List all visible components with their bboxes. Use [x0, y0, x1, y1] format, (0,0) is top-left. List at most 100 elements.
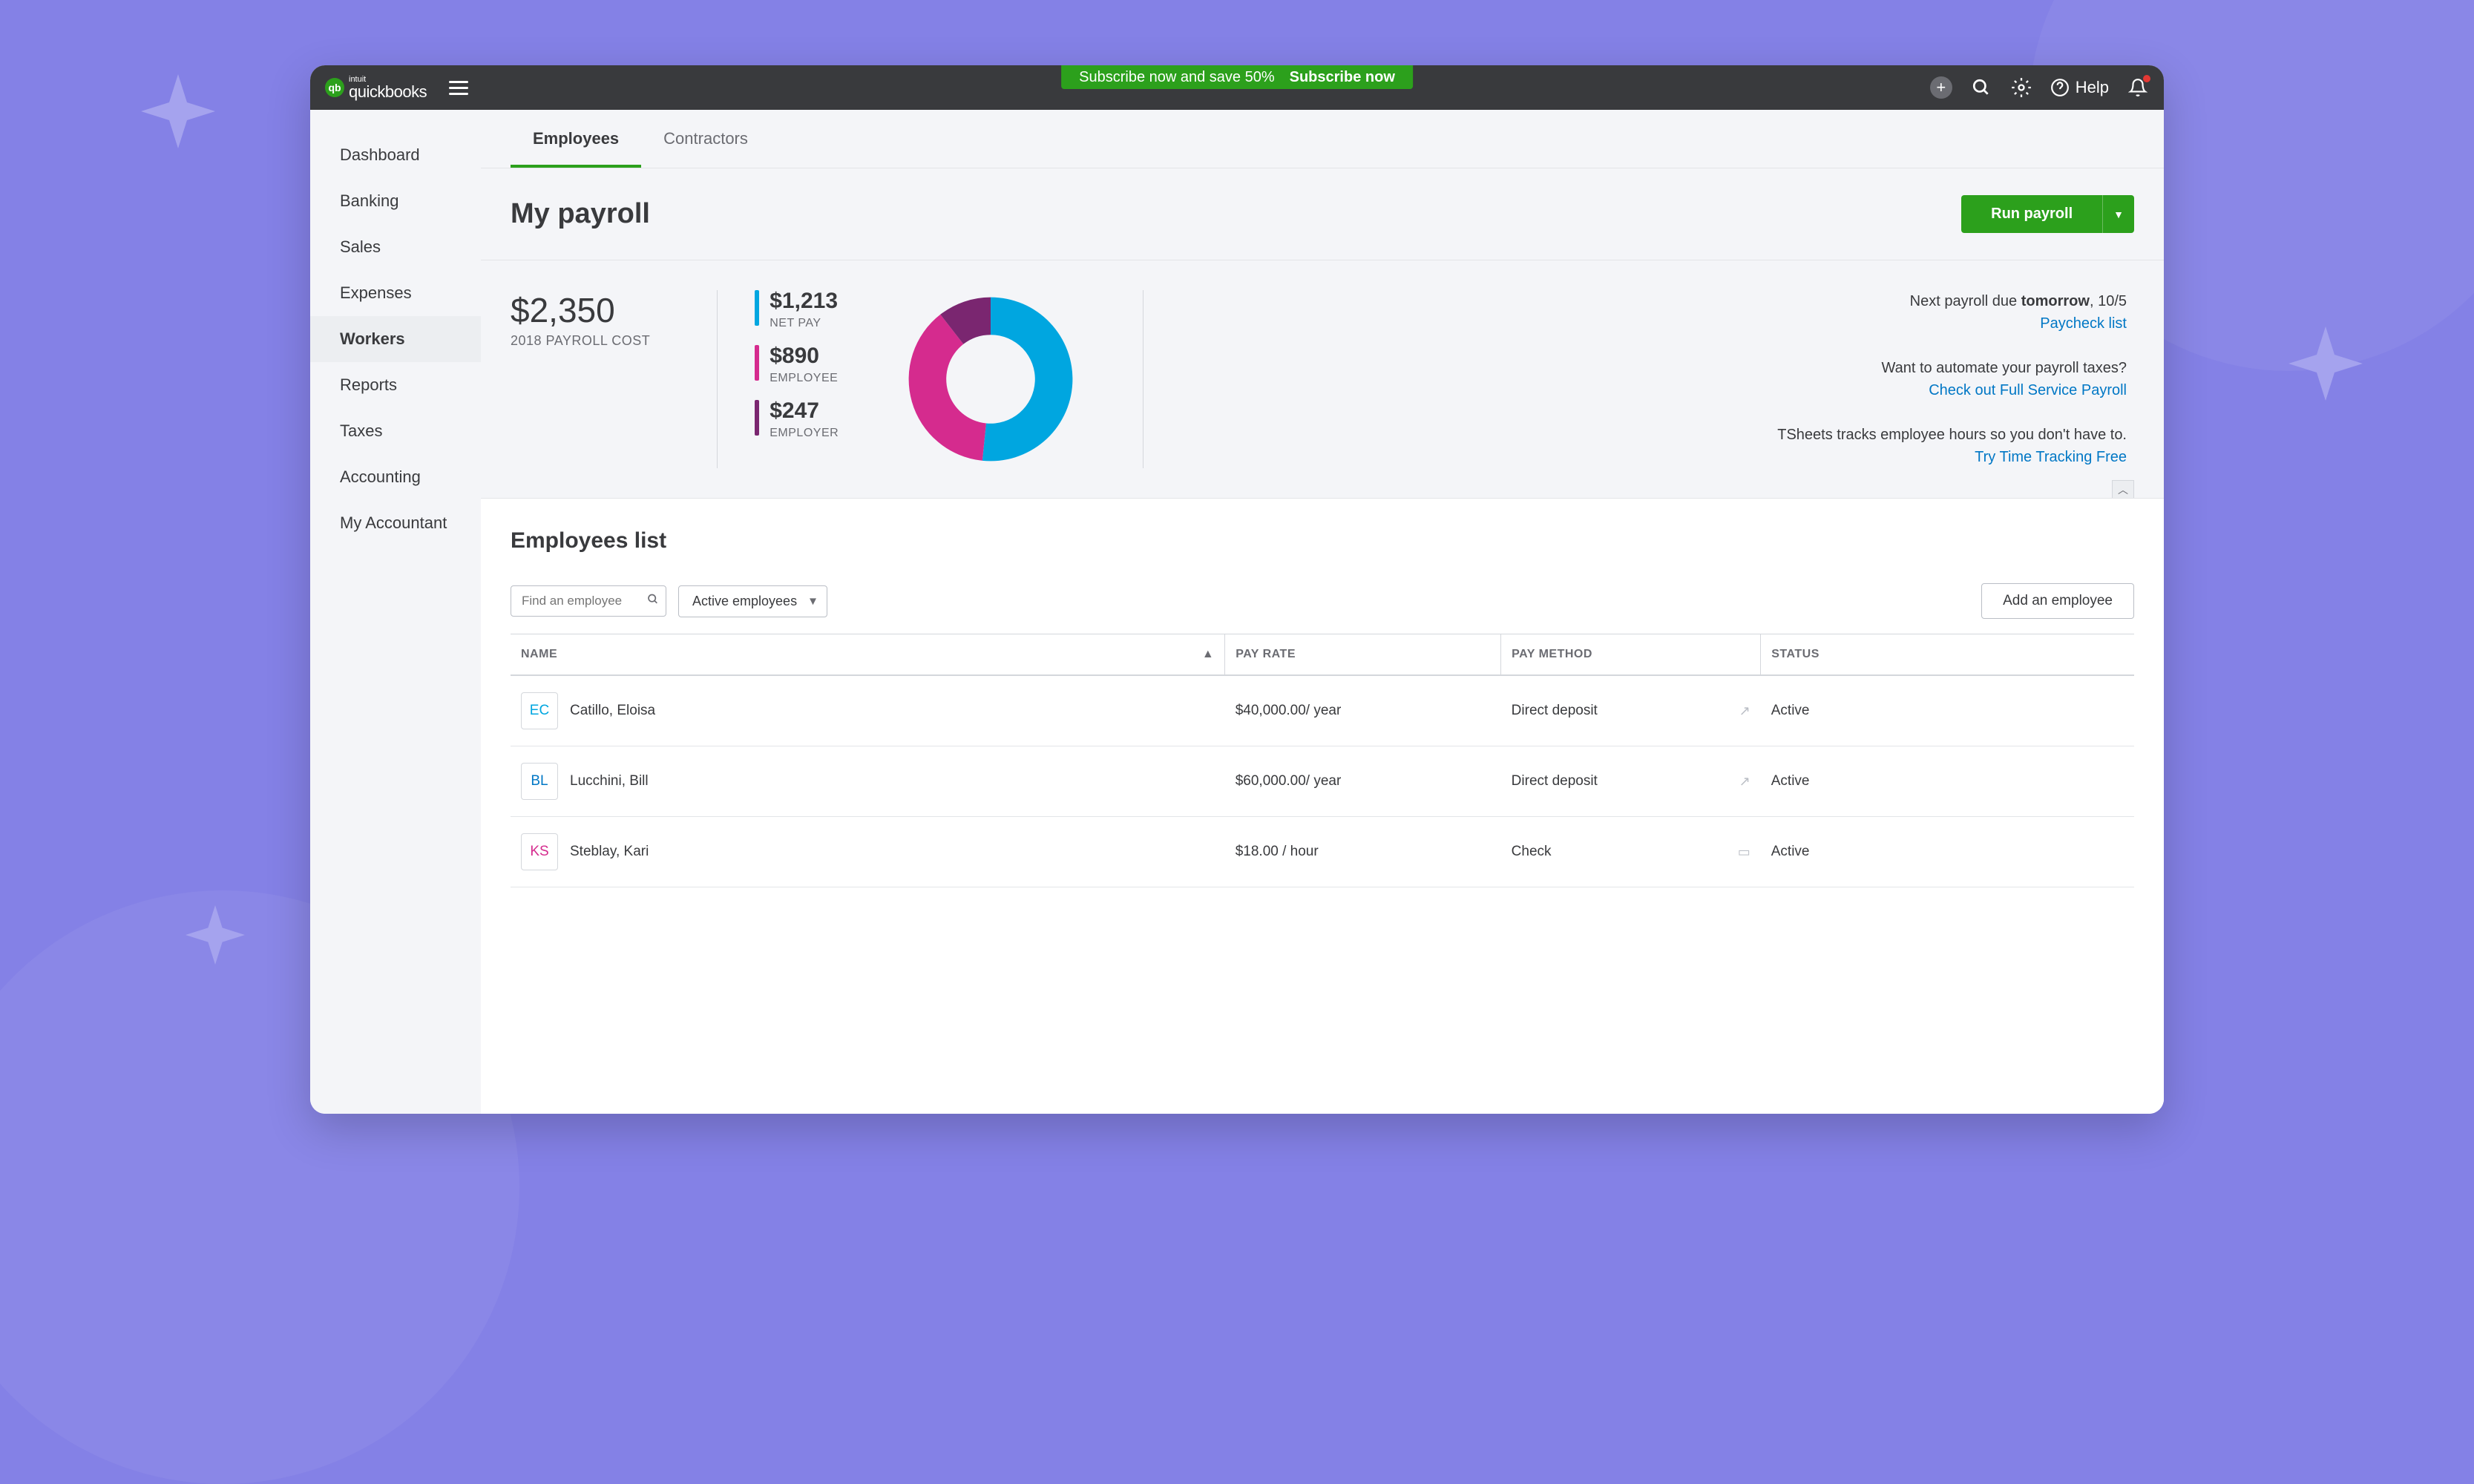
filter-dropdown[interactable]: Active employees	[678, 585, 827, 617]
next-payroll-bold: tomorrow	[2021, 293, 2090, 309]
table-row[interactable]: ECCatillo, Eloisa$40,000.00/ yearDirect …	[511, 675, 2134, 746]
quickbooks-logo[interactable]: qb intuit quickbooks	[325, 76, 427, 100]
automate-block: Want to automate your payroll taxes? Che…	[1777, 357, 2127, 401]
search-icon	[1972, 78, 1991, 97]
sidebar-item-accounting[interactable]: Accounting	[310, 454, 481, 500]
name-cell: BLLucchini, Bill	[521, 763, 1215, 800]
name-cell: EC Catillo, Eloisa	[521, 692, 1215, 729]
employee-name: Steblay, Kari	[570, 844, 649, 860]
sparkle-icon	[141, 74, 215, 148]
next-payroll-prefix: Next payroll due	[1910, 293, 2021, 309]
qb-logo-icon: qb	[325, 78, 344, 97]
employee-name: Catillo, Eloisa	[570, 703, 655, 719]
employees-table: NAME ▲ PAY RATE PAY METHOD STATUS EC Cati…	[511, 634, 2134, 887]
paycheck-list-link[interactable]: Paycheck list	[2040, 315, 2127, 332]
run-payroll-button[interactable]: Run payroll	[1961, 195, 2102, 233]
tab-employees[interactable]: Employees	[511, 110, 641, 168]
sidebar-item-sales[interactable]: Sales	[310, 224, 481, 270]
chevron-up-icon: ︿	[2118, 482, 2128, 497]
breakdown-label: EMPLOYER	[770, 427, 839, 440]
pay-method-cell: Check▭	[1512, 844, 1750, 860]
full-service-link[interactable]: Check out Full Service Payroll	[1929, 382, 2127, 398]
hamburger-icon[interactable]	[449, 81, 468, 95]
col-name[interactable]: NAME ▲	[511, 634, 1225, 676]
gear-icon	[2011, 77, 2032, 98]
breakdown-label: EMPLOYEE	[770, 372, 838, 385]
page-title: My payroll	[511, 198, 650, 230]
pay-method-text: Direct deposit	[1512, 703, 1598, 719]
promo-cta[interactable]: Subscribe now	[1290, 69, 1395, 86]
list-controls: Active employees Add an employee	[511, 583, 2134, 619]
sidebar-item-workers[interactable]: Workers	[310, 316, 481, 362]
employees-list-section: Employees list Active employees Add an e…	[481, 499, 2164, 1114]
breakdown-netpay: $1,213 NET PAY	[755, 290, 839, 330]
automate-text: Want to automate your payroll taxes?	[1777, 357, 2127, 379]
pay-method-text: Direct deposit	[1512, 773, 1598, 789]
search-button[interactable]	[1970, 76, 1992, 99]
sidebar-item-banking[interactable]: Banking	[310, 178, 481, 224]
add-employee-button[interactable]: Add an employee	[1981, 583, 2134, 619]
help-button[interactable]: Help	[2050, 78, 2109, 97]
promo-banner[interactable]: Subscribe now and save 50% Subscribe now	[1061, 65, 1413, 89]
pay-rate-cell: $60,000.00/ year	[1225, 746, 1501, 817]
sidebar-item-my-accountant[interactable]: My Accountant	[310, 500, 481, 546]
col-pay-rate[interactable]: PAY RATE	[1225, 634, 1501, 676]
sidebar-item-reports[interactable]: Reports	[310, 362, 481, 408]
bell-icon	[2128, 78, 2147, 97]
help-icon	[2050, 78, 2070, 97]
app-window: qb intuit quickbooks Subscribe now and s…	[310, 65, 2164, 1114]
divider	[717, 290, 718, 468]
table-row[interactable]: KSSteblay, Kari$18.00 / hourCheck▭Active	[511, 817, 2134, 887]
employee-name: Lucchini, Bill	[570, 773, 649, 789]
payroll-cost-block: $2,350 2018 PAYROLL COST	[511, 290, 680, 468]
breakdown: $1,213 NET PAY $890 EMPLOYEE	[755, 290, 839, 468]
tabs: Employees Contractors	[481, 110, 2164, 168]
pay-rate-cell: $18.00 / hour	[1225, 817, 1501, 887]
payroll-summary: $2,350 2018 PAYROLL COST $1,213 NET PAY	[481, 260, 2164, 499]
avatar: EC	[521, 692, 558, 729]
run-payroll-dropdown[interactable]: ▼	[2102, 195, 2134, 233]
donut-slice	[982, 298, 1073, 462]
notifications-button[interactable]	[2127, 76, 2149, 99]
search-box	[511, 585, 666, 617]
col-status[interactable]: STATUS	[1761, 634, 2134, 676]
tab-contractors[interactable]: Contractors	[641, 110, 770, 168]
breakdown-value: $247	[770, 400, 839, 422]
table-row[interactable]: BLLucchini, Bill $60,000.00/ year Direct d…	[511, 746, 2134, 817]
time-tracking-link[interactable]: Try Time Tracking Free	[1975, 449, 2127, 465]
info-column: Next payroll due tomorrow, 10/5 Paycheck…	[1777, 290, 2134, 468]
bar-icon	[755, 290, 759, 326]
bar-icon	[755, 400, 759, 436]
bar-icon	[755, 345, 759, 381]
pay-method-icon: ↗	[1739, 703, 1750, 719]
pay-method-text: Check	[1512, 844, 1552, 860]
pay-method-icon: ↗	[1739, 774, 1750, 789]
sparkle-icon	[2288, 326, 2363, 401]
status-cell: Active	[1761, 675, 2134, 746]
promo-text: Subscribe now and save 50%	[1079, 69, 1275, 86]
search-input[interactable]	[511, 585, 666, 617]
breakdown-employee: $890 EMPLOYEE	[755, 345, 839, 385]
sparkle-icon	[186, 905, 245, 965]
collapse-toggle[interactable]: ︿	[2112, 480, 2134, 498]
sidebar-item-taxes[interactable]: Taxes	[310, 408, 481, 454]
app-body: Dashboard Banking Sales Expenses Workers…	[310, 110, 2164, 1114]
breakdown-value: $1,213	[770, 290, 838, 312]
plus-icon: +	[1930, 76, 1952, 99]
run-payroll-group: Run payroll ▼	[1961, 195, 2134, 233]
logo-section: qb intuit quickbooks	[325, 76, 468, 100]
divider	[1143, 290, 1144, 468]
name-cell: KSSteblay, Kari	[521, 833, 1215, 870]
sidebar-item-expenses[interactable]: Expenses	[310, 270, 481, 316]
pay-method-cell: Direct deposit ↗	[1512, 773, 1750, 789]
breakdown-value: $890	[770, 345, 838, 367]
tsheets-block: TSheets tracks employee hours so you don…	[1777, 424, 2127, 468]
sidebar-item-dashboard[interactable]: Dashboard	[310, 132, 481, 178]
next-payroll-suffix: , 10/5	[2090, 293, 2127, 309]
settings-button[interactable]	[2010, 76, 2032, 99]
add-button[interactable]: +	[1930, 76, 1952, 99]
help-label: Help	[2076, 78, 2109, 97]
donut-chart-wrap	[876, 290, 1106, 468]
breakdown-employer: $247 EMPLOYER	[755, 400, 839, 440]
col-pay-method[interactable]: PAY METHOD	[1501, 634, 1761, 676]
